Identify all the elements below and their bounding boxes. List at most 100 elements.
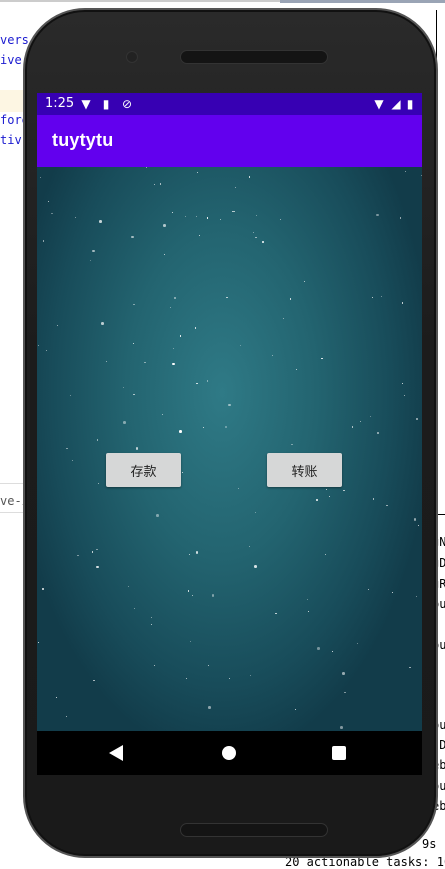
star-dot	[70, 394, 72, 396]
star-dot	[255, 214, 258, 217]
star-dot	[262, 241, 264, 243]
star-dot	[133, 342, 135, 344]
star-dot	[92, 551, 94, 553]
sd-card-icon: ▮	[102, 97, 110, 111]
star-dot	[306, 598, 308, 601]
star-dot	[351, 426, 353, 428]
ide-code-fragment: ive	[0, 53, 22, 67]
star-dot	[275, 612, 277, 614]
star-dot	[89, 259, 91, 261]
star-dot	[291, 444, 293, 446]
star-dot	[326, 488, 328, 490]
ide-tab-strip	[280, 0, 445, 3]
star-dot	[219, 219, 221, 221]
wifi-unknown-icon: ▼	[81, 97, 91, 111]
star-dot	[290, 298, 292, 300]
star-dot	[413, 518, 417, 521]
star-dot	[195, 215, 197, 217]
cell-signal-icon: ◢	[391, 97, 401, 111]
star-dot	[188, 553, 190, 556]
front-camera	[126, 51, 138, 63]
star-dot	[206, 380, 208, 382]
star-dot	[307, 611, 309, 613]
star-dot	[228, 403, 231, 407]
star-dot	[77, 554, 79, 556]
star-dot	[185, 677, 187, 680]
star-dot	[376, 213, 379, 217]
bottom-speaker	[180, 823, 328, 837]
wifi-off-icon: ▼	[374, 97, 384, 111]
star-dot	[250, 674, 252, 676]
star-dot	[392, 592, 394, 594]
star-dot	[254, 511, 256, 513]
star-dot	[133, 303, 135, 305]
star-dot	[321, 357, 323, 359]
back-icon[interactable]	[109, 745, 123, 761]
star-dot	[295, 708, 297, 711]
star-dot	[324, 554, 326, 556]
star-dot	[182, 471, 184, 473]
navigation-bar	[37, 731, 422, 775]
star-dot	[418, 525, 420, 527]
star-dot	[404, 394, 406, 396]
star-dot	[99, 220, 102, 223]
star-dot	[416, 595, 418, 598]
deposit-button[interactable]: 存款	[106, 453, 181, 487]
star-dot	[329, 495, 331, 497]
star-dot	[237, 488, 240, 490]
star-dot	[405, 170, 407, 173]
star-dot	[169, 306, 171, 309]
star-dot	[368, 588, 370, 590]
star-dot	[226, 296, 228, 298]
star-dot	[187, 590, 189, 592]
star-dot	[154, 183, 156, 185]
star-dot	[97, 439, 99, 441]
star-dot	[248, 176, 250, 178]
star-dot	[344, 691, 346, 694]
star-dot	[101, 322, 104, 325]
star-dot	[39, 177, 42, 179]
star-dot	[342, 672, 345, 675]
star-dot	[153, 664, 156, 667]
star-dot	[92, 249, 95, 253]
star-dot	[203, 426, 205, 428]
star-dot	[47, 201, 49, 203]
star-dot	[56, 696, 58, 698]
star-dot	[401, 382, 404, 384]
star-dot	[343, 490, 345, 492]
ide-log-fragment: 9s	[422, 837, 437, 851]
star-dot	[51, 213, 53, 215]
star-dot	[37, 345, 39, 347]
star-dot	[386, 504, 388, 507]
star-dot	[315, 498, 319, 502]
star-dot	[135, 447, 139, 450]
star-dot	[369, 415, 371, 418]
top-speaker	[180, 50, 328, 64]
star-dot	[224, 425, 228, 429]
star-dot	[122, 386, 125, 389]
star-dot	[303, 280, 305, 282]
recents-icon[interactable]	[332, 746, 346, 760]
ide-code-fragment: tiv	[0, 133, 22, 147]
star-dot	[199, 234, 201, 237]
star-dot	[416, 418, 418, 420]
star-dot	[144, 361, 146, 363]
star-dot	[71, 460, 73, 462]
star-dot	[191, 595, 193, 597]
star-dot	[283, 318, 285, 320]
star-dot	[400, 217, 402, 219]
star-dot	[150, 623, 152, 625]
star-dot	[255, 236, 257, 239]
star-dot	[162, 414, 164, 416]
star-dot	[133, 393, 135, 395]
star-dot	[332, 651, 334, 653]
star-dot	[240, 344, 242, 346]
transfer-button[interactable]: 转账	[267, 453, 342, 487]
star-dot	[317, 647, 320, 650]
star-dot	[377, 432, 379, 434]
star-dot	[279, 218, 281, 220]
status-time: 1:25	[45, 96, 75, 111]
star-dot	[164, 253, 166, 255]
star-dot	[372, 498, 375, 500]
home-icon[interactable]	[222, 746, 236, 760]
